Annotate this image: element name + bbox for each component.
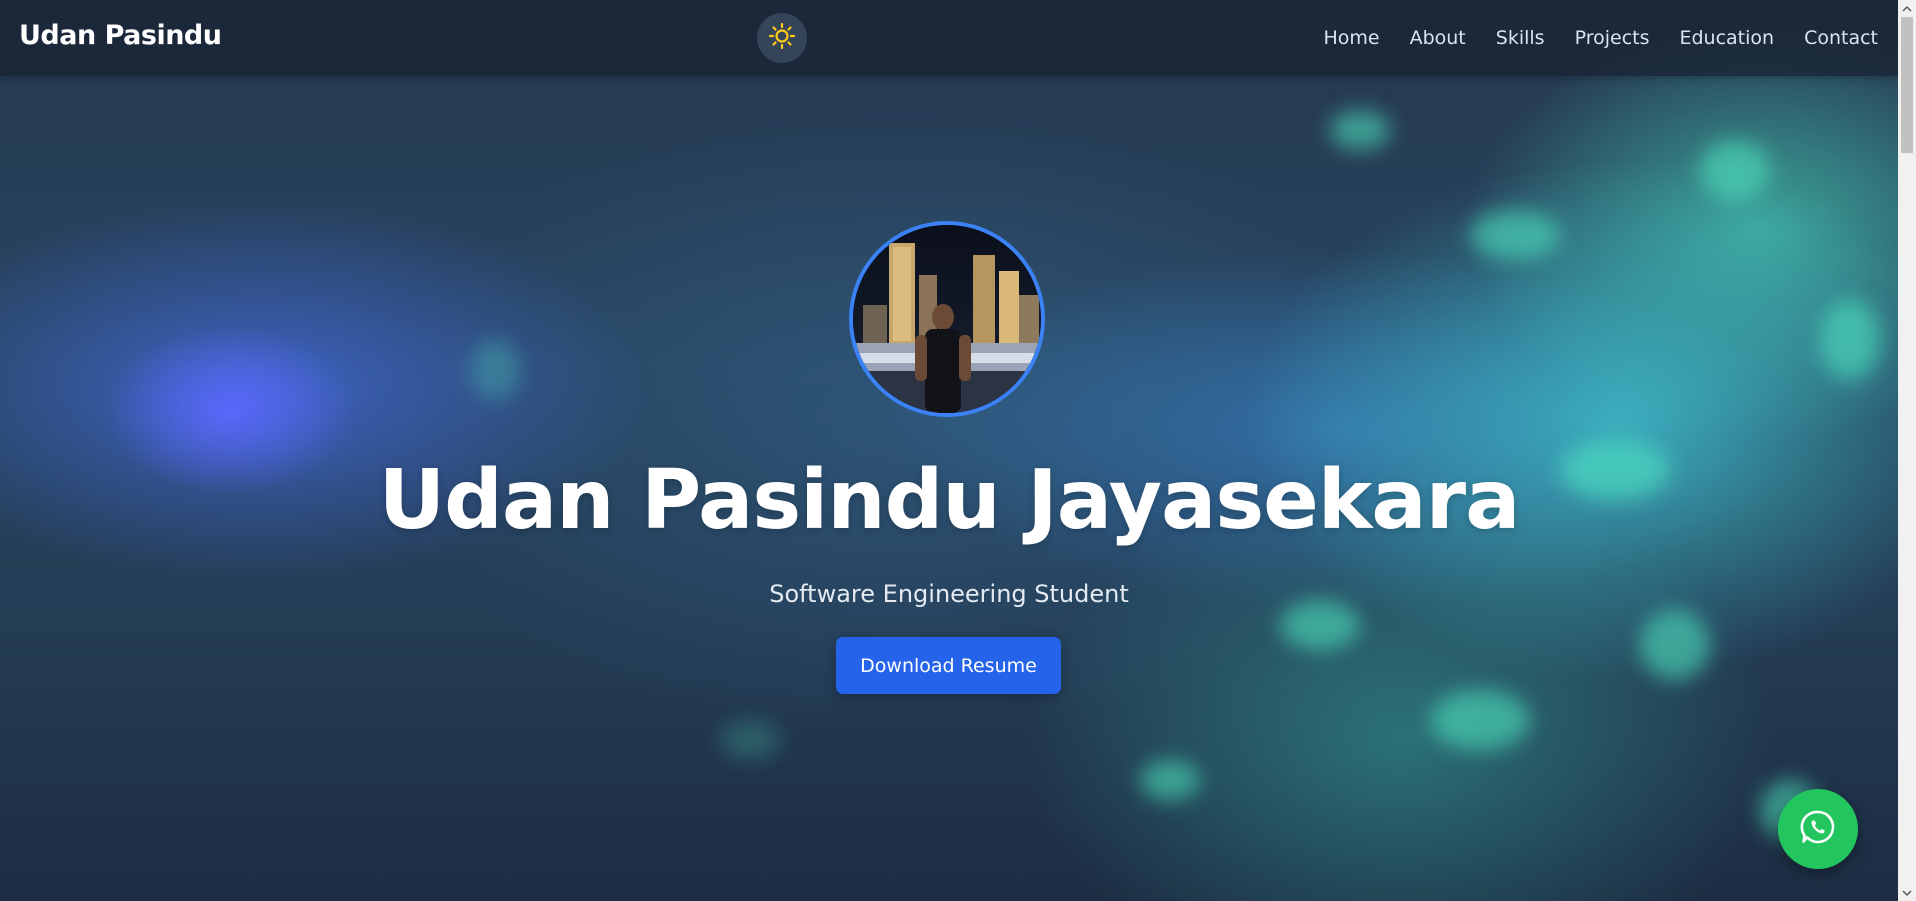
brand-logo[interactable]: Udan Pasindu	[19, 20, 222, 51]
whatsapp-button[interactable]	[1778, 789, 1858, 869]
nav-menu: Home About Skills Projects Education Con…	[1323, 0, 1878, 76]
nav-link-contact[interactable]: Contact	[1804, 27, 1878, 49]
portfolio-page: Udan Pasindu Home About Skills Projects …	[0, 0, 1916, 901]
nav-link-about[interactable]: About	[1410, 27, 1466, 49]
profile-photo	[853, 225, 1041, 413]
nav-link-home[interactable]: Home	[1323, 27, 1379, 49]
nav-link-projects[interactable]: Projects	[1575, 27, 1650, 49]
scroll-up-arrow-icon[interactable]	[1898, 0, 1916, 17]
nav-link-skills[interactable]: Skills	[1496, 27, 1545, 49]
scroll-down-arrow-icon[interactable]	[1898, 884, 1916, 901]
scroll-thumb[interactable]	[1901, 17, 1913, 153]
profile-avatar	[849, 221, 1045, 417]
page-scrollbar[interactable]	[1898, 0, 1916, 901]
top-navbar: Udan Pasindu Home About Skills Projects …	[0, 0, 1898, 76]
hero-section: Udan Pasindu Jayasekara Software Enginee…	[0, 0, 1898, 901]
hero-subtitle: Software Engineering Student	[769, 580, 1129, 608]
download-resume-button[interactable]: Download Resume	[836, 637, 1061, 694]
whatsapp-icon	[1799, 808, 1837, 850]
nav-link-education[interactable]: Education	[1679, 27, 1774, 49]
theme-toggle-button[interactable]	[757, 13, 807, 63]
hero-title: Udan Pasindu Jayasekara	[378, 453, 1521, 548]
sun-icon	[768, 22, 796, 54]
